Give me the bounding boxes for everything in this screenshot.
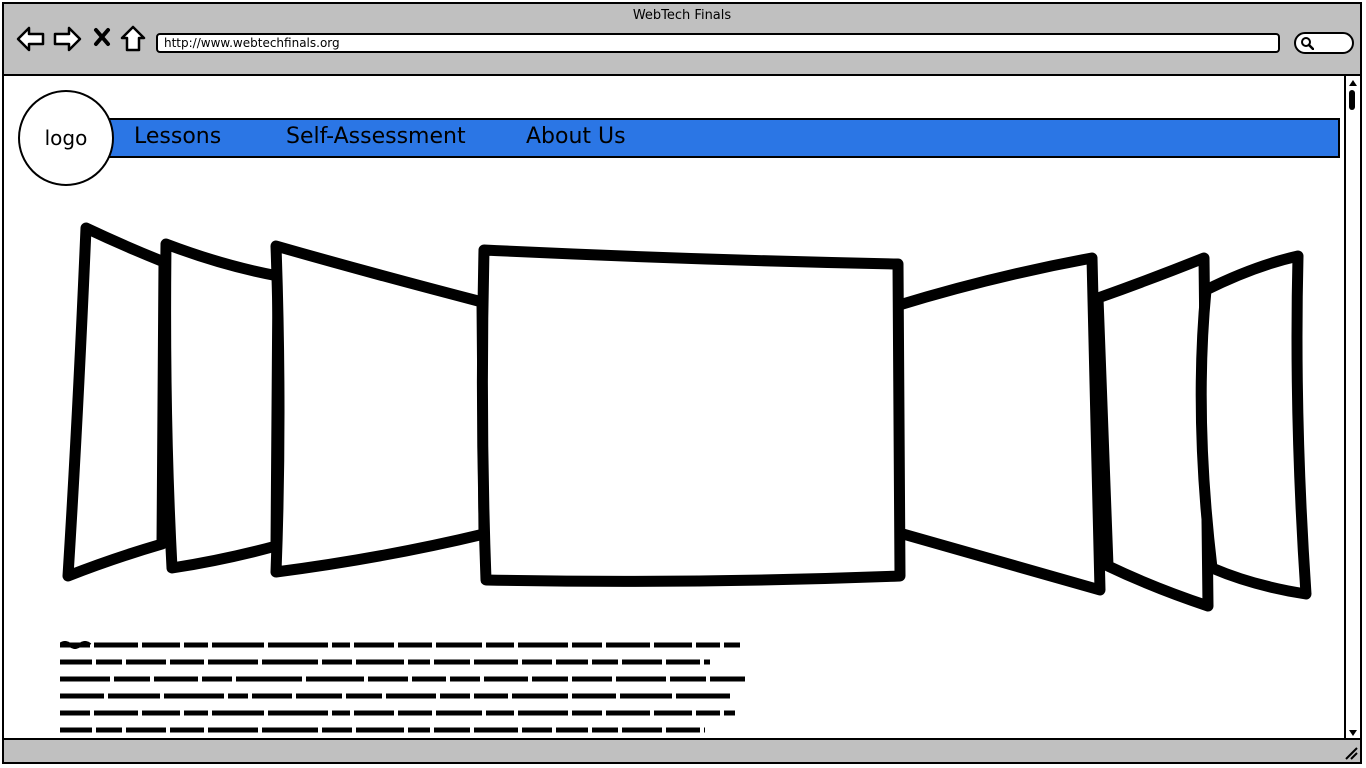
address-bar[interactable]: http://www.webtechfinals.org — [156, 33, 1280, 53]
carousel-slide — [270, 240, 490, 578]
image-carousel[interactable] — [44, 216, 1324, 616]
home-icon[interactable] — [118, 24, 148, 54]
main-navbar: Lessons Self-Assessment About Us — [104, 118, 1340, 158]
vertical-scrollbar[interactable] — [1344, 76, 1360, 740]
site-logo[interactable]: logo — [18, 90, 114, 186]
browser-toolbar: WebTech Finals http://www.webtechfinals.… — [4, 4, 1360, 76]
scroll-thumb[interactable] — [1349, 90, 1355, 110]
nav-item-lessons[interactable]: Lessons — [134, 124, 221, 149]
scroll-up-icon[interactable] — [1348, 78, 1358, 88]
carousel-slide-active — [476, 244, 906, 587]
nav-item-about-us[interactable]: About Us — [526, 124, 626, 149]
carousel-slide — [160, 238, 284, 574]
back-arrow-icon[interactable] — [16, 24, 46, 54]
carousel-slide — [890, 252, 1106, 596]
carousel-slide — [1195, 250, 1312, 600]
carousel-slide — [62, 222, 170, 582]
browser-window: WebTech Finals http://www.webtechfinals.… — [2, 2, 1362, 764]
search-input[interactable] — [1294, 32, 1354, 54]
search-icon — [1301, 37, 1314, 50]
close-icon[interactable] — [90, 24, 120, 54]
nav-item-self-assessment[interactable]: Self-Assessment — [286, 124, 466, 149]
resize-grip-icon[interactable] — [1342, 744, 1358, 760]
scroll-down-icon[interactable] — [1348, 728, 1358, 738]
page-content: Lessons Self-Assessment About Us logo — [4, 76, 1344, 740]
forward-arrow-icon[interactable] — [52, 24, 82, 54]
status-bar — [4, 738, 1360, 762]
carousel-slide — [1092, 252, 1214, 612]
window-title: WebTech Finals — [632, 8, 732, 23]
body-text-placeholder — [60, 636, 750, 738]
